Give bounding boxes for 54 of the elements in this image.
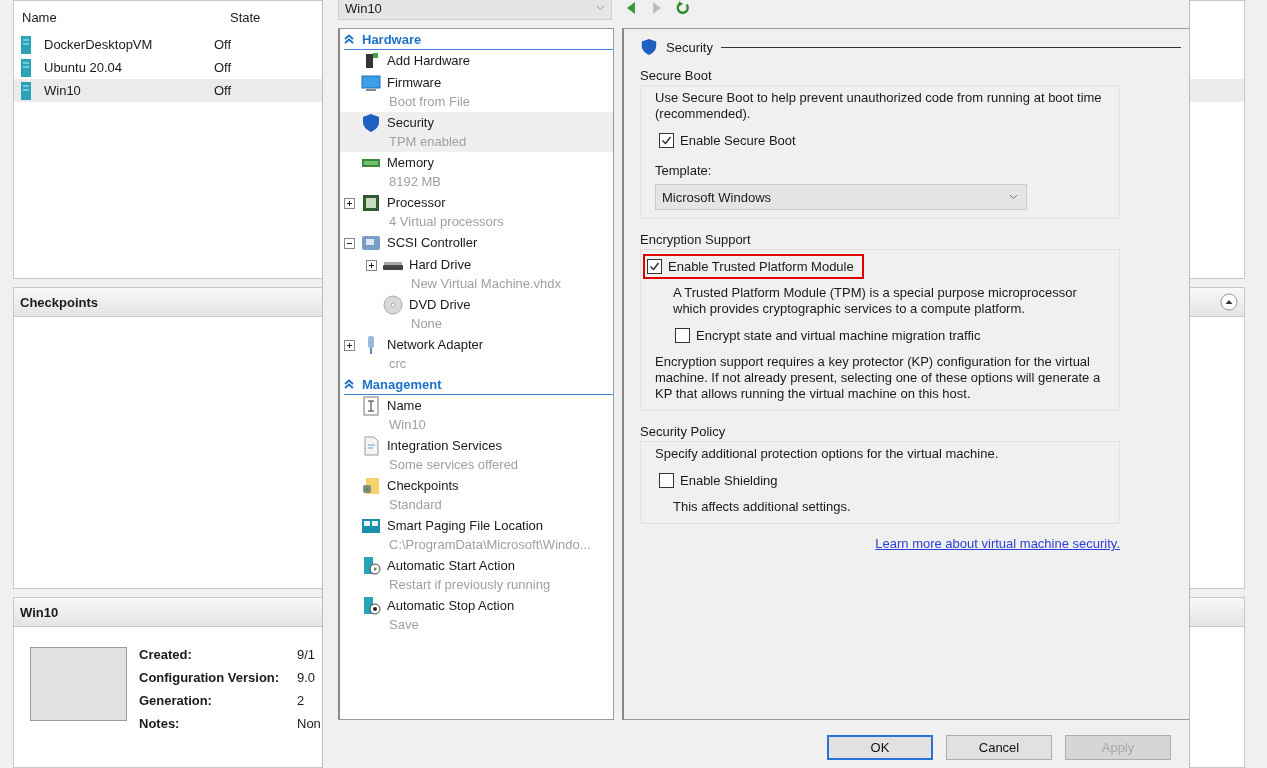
item-detail: TPM enabled <box>388 133 467 151</box>
item-detail: 4 Virtual processors <box>388 213 504 231</box>
checkbox-label: Enable Secure Boot <box>680 133 796 148</box>
item-label: Automatic Start Action <box>387 557 516 575</box>
item-label: Hard Drive <box>409 256 473 274</box>
item-detail: Some services offered <box>388 456 519 474</box>
item-label: Memory <box>387 154 435 172</box>
item-detail: C:\ProgramData\Microsoft\Windo... <box>388 536 591 554</box>
field-label: Template: <box>655 163 713 178</box>
panel-title: Checkpoints <box>20 294 98 310</box>
field-value: 2 <box>297 693 306 708</box>
field-value: 9/1 <box>297 647 317 662</box>
item-label: Firmware <box>387 74 443 92</box>
panel-title: Win10 <box>20 604 59 620</box>
description-text: This affects additional settings. <box>672 499 852 515</box>
item-label: SCSI Controller <box>387 234 478 252</box>
field-label: Created: <box>139 647 193 662</box>
item-label: Processor <box>387 194 447 212</box>
group-title: Security Policy <box>640 423 727 441</box>
item-detail: Save <box>388 616 420 634</box>
field-label: Configuration Version: <box>139 670 281 685</box>
field-value: 9.0 <box>297 670 317 685</box>
item-detail: Standard <box>388 496 443 514</box>
group-title: Secure Boot <box>640 67 713 85</box>
item-label: Integration Services <box>387 437 503 455</box>
item-label: Name <box>387 397 423 415</box>
item-label: Add Hardware <box>387 52 471 70</box>
field-label: Notes: <box>139 716 181 731</box>
field-value: Non <box>297 716 321 731</box>
section-title: Hardware <box>362 31 422 47</box>
checkbox-label: Enable Shielding <box>680 473 778 488</box>
field-label: Generation: <box>139 693 213 708</box>
item-label: Security <box>387 114 435 132</box>
item-detail: crc <box>388 355 408 373</box>
item-label: Checkpoints <box>387 477 459 495</box>
checkbox-label: Enable Trusted Platform Module <box>668 259 854 274</box>
description-text: Specify additional protection options for the virtual machine. <box>655 446 1000 462</box>
item-detail: Win10 <box>388 416 426 434</box>
description-text: Use Secure Boot to help prevent unauthorized code from running at boot time (recommended). <box>655 90 1103 122</box>
description-text: Encryption support requires a key protector (KP) configuration for the virtual machine. If not already present, selecting one of these options will generate a KP that allows running the virtual machine on this host. <box>655 354 1102 402</box>
item-detail: 8192 MB <box>388 173 442 191</box>
item-label: Smart Paging File Location <box>387 517 545 535</box>
item-detail: Boot from File <box>388 93 470 111</box>
group-title: Encryption Support <box>640 231 752 249</box>
item-label: Automatic Stop Action <box>387 597 515 615</box>
item-detail: None <box>410 315 444 333</box>
item-label: Network Adapter <box>387 336 484 354</box>
page-title: Security <box>666 39 713 55</box>
description-text: A Trusted Platform Module (TPM) is a special purpose microprocessor which provides cryptographic services to a compute platform. <box>672 285 1078 317</box>
item-detail: New Virtual Machine.vhdx <box>410 275 562 293</box>
section-title: Management <box>362 376 442 392</box>
item-label: DVD Drive <box>409 296 471 314</box>
checkbox-label: Encrypt state and virtual machine migration traffic <box>696 328 981 343</box>
item-detail: Restart if previously running <box>388 576 551 594</box>
